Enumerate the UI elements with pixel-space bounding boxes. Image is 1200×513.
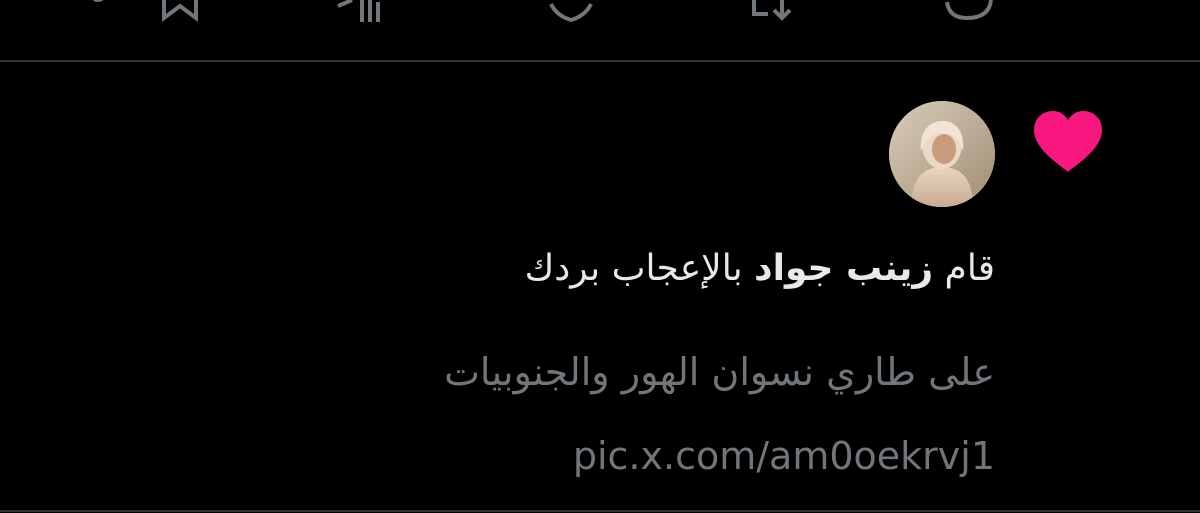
liker-name[interactable]: زينب جواد bbox=[754, 248, 933, 289]
avatar[interactable] bbox=[889, 101, 995, 207]
liked-tweet-text[interactable]: على طاري نسوان الهور والجنوبيات pic.x.co… bbox=[115, 330, 995, 498]
like-notification[interactable]: قام زينب جواد بالإعجاب بردك على طاري نسو… bbox=[0, 0, 1200, 510]
heart-icon bbox=[1032, 110, 1104, 174]
divider bbox=[0, 510, 1200, 512]
like-notification-text: قام زينب جواد بالإعجاب بردك bbox=[525, 244, 995, 294]
like-suffix: بالإعجاب بردك bbox=[524, 248, 743, 289]
like-prefix: قام bbox=[944, 248, 995, 289]
